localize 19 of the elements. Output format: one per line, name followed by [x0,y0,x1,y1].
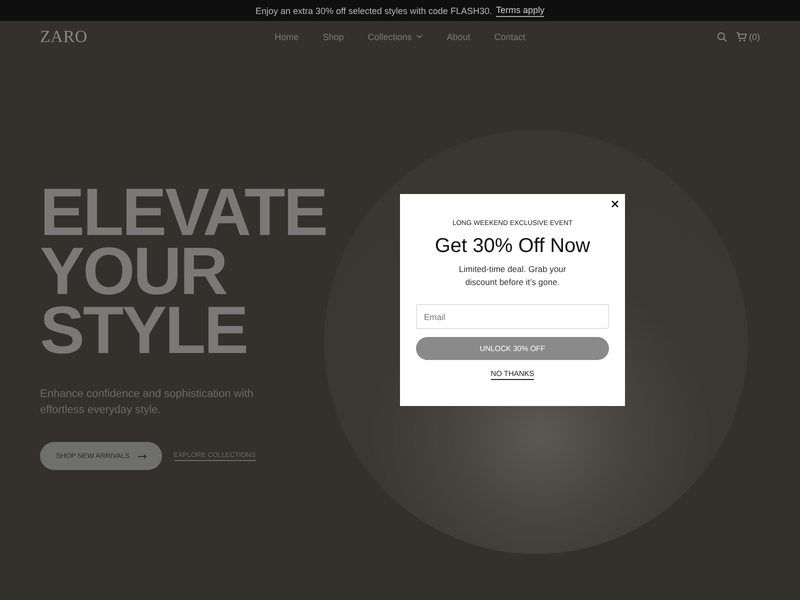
cart-icon [736,32,747,42]
nav-link[interactable]: Home [274,32,299,42]
search-icon[interactable] [717,32,727,42]
announcement-text: Enjoy an extra 30% off selected styles with code FLASH30. [256,6,492,16]
terms-link[interactable]: Terms apply [496,4,544,16]
cart-link[interactable]: (0) [736,32,760,42]
logo[interactable]: ZARO [40,26,88,46]
nav-link[interactable]: About [446,32,470,42]
arrow-icon [138,454,147,458]
email-field[interactable]: Email [416,304,609,329]
hero-subtitle: Enhance confidence and sophistication with effortless everyday style. [40,387,254,418]
nav-link[interactable]: Shop [322,32,344,42]
close-icon[interactable] [611,200,619,208]
popup-title: Get 30% Off Now [434,234,590,258]
chevron-icon [416,34,423,39]
hero-heading: ELEVATE YOUR STYLE [40,183,326,360]
popup-text: Limited-time deal. Grab your discount before it’s gone. [458,263,568,289]
nav-link[interactable]: Contact [494,32,526,42]
nav-link[interactable]: Collections [368,32,423,42]
